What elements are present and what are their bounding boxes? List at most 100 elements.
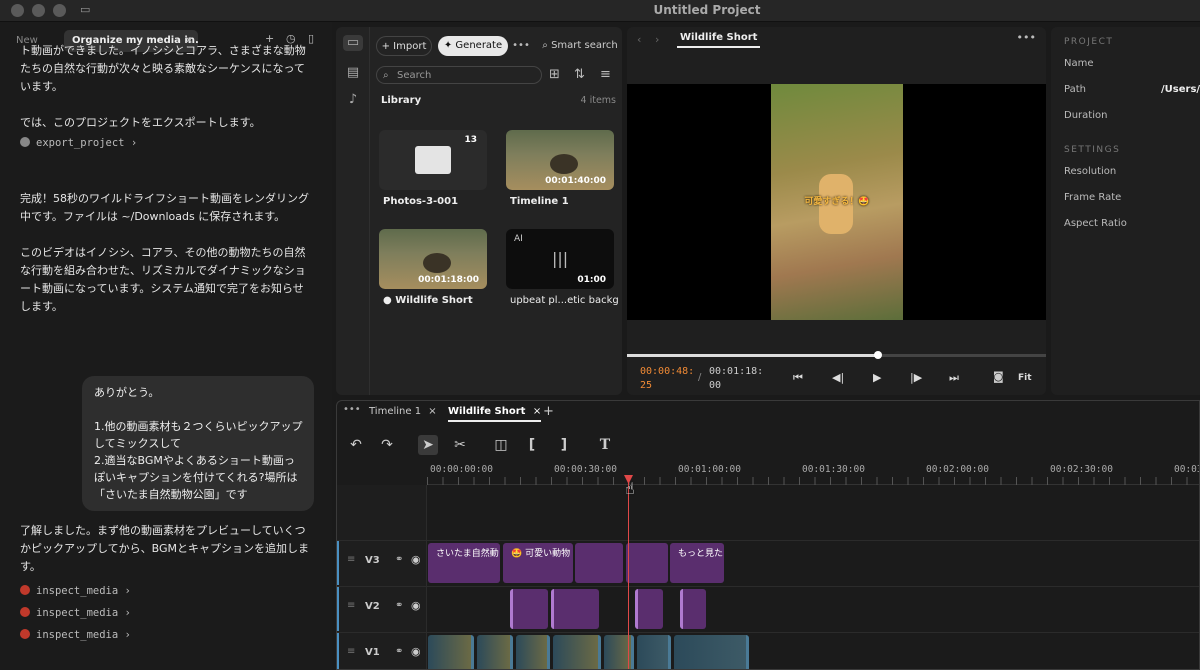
tool-call-inspect[interactable]: inspect_media › [20,624,310,646]
step-forward-icon[interactable]: |▶ [910,371,922,384]
close-tab-icon[interactable]: × [428,406,436,417]
text-tool-icon[interactable]: T [595,435,615,455]
assistant-reply: 了解しました。まず他の動画素材をプレビューしていくつかピックアップしてから、BG… [20,524,310,573]
assistant-message: 完成！58秒のワイルドライフショート動画をレンダリング中です。ファイルは ~/D… [20,192,309,223]
video-clip[interactable] [477,635,513,669]
video-clip[interactable] [428,635,474,669]
video-clip[interactable] [635,589,663,629]
smart-search-button[interactable]: ⌕ Smart search [542,36,618,56]
drag-handle-icon[interactable]: ≡ [347,646,355,657]
music-icon[interactable]: ♪ [345,92,361,108]
track-name: V3 [365,555,380,566]
split-view-icon[interactable]: ◫ [491,435,511,455]
add-tab-icon[interactable]: + [543,404,554,419]
camera-icon[interactable]: ◙ [993,370,1004,383]
video-clip[interactable] [674,635,749,669]
item-count: 4 items [580,95,616,106]
media-panel: ▭ ▤ ♪ + Import ✦ Generate ••• ⌕ Smart se… [336,27,622,395]
video-clip[interactable] [510,589,548,629]
tool-call-inspect[interactable]: inspect_media › [20,602,310,624]
track-v2: ≡ V2 ⚭ ◉ [337,586,1199,631]
media-item-name: Timeline 1 [510,196,569,207]
ruler-label: 00:02:00:00 [926,464,989,475]
duration-label: Duration [1064,110,1108,121]
search-placeholder: Search [397,70,432,81]
hand-cursor-icon: ☝ [625,479,635,498]
step-back-icon[interactable]: ◀| [832,371,844,384]
item-badge: 13 [464,135,477,145]
tool-name: inspect_media [36,629,119,641]
item-duration: 00:01:18:00 [418,275,479,285]
fit-button[interactable]: Fit [1018,373,1032,383]
project-header: PROJECT [1064,37,1114,47]
eye-icon[interactable]: ◉ [411,645,421,658]
filter-icon[interactable]: ≡ [600,67,611,82]
caption-clip[interactable]: 🤩 可愛い動物 [503,543,573,583]
import-button[interactable]: + Import [376,36,432,56]
caption-clip[interactable] [575,543,623,583]
tool-name: export_project [36,137,125,149]
link-icon[interactable]: ⚭ [395,600,403,611]
more-icon[interactable]: ••• [1017,31,1036,44]
media-item-wildlife-short[interactable]: 00:01:18:00 [379,229,487,289]
ruler-ticks [427,477,1199,485]
caption-clip[interactable]: さいたま自然動 [428,543,500,583]
caption-clip[interactable]: もっと見た [670,543,724,583]
link-icon[interactable]: ⚭ [395,646,403,657]
scrubber-track[interactable] [627,351,1046,359]
skip-end-icon[interactable]: ⏭ [949,371,959,385]
sort-icon[interactable]: ⇅ [574,67,585,82]
current-time: 00:00:48:25 [640,366,695,391]
drag-handle-icon[interactable]: ≡ [347,600,355,611]
ruler-label: 00:02:30:00 [1050,464,1113,475]
comment-icon[interactable]: ▤ [345,65,361,81]
back-icon[interactable]: ‹ [637,33,641,46]
media-item-audio[interactable]: AI ||| 01:00 [506,229,614,289]
mark-in-icon[interactable]: [ [522,435,542,455]
smart-search-label: Smart search [551,40,618,51]
close-tab-icon[interactable]: × [533,406,541,417]
boar-silhouette [423,253,451,273]
video-clip[interactable] [516,635,550,669]
video-canvas[interactable]: 可愛すぎる！🤩 [627,84,1046,320]
media-item-folder[interactable]: 13 [379,130,487,190]
drag-handle-icon[interactable]: ≡ [347,554,355,565]
tab-wildlife-short[interactable]: Wildlife Short × [448,406,542,422]
folder-icon[interactable]: ▭ [343,35,363,51]
video-clip[interactable] [680,589,706,629]
tool-call-inspect[interactable]: inspect_media › [20,580,310,602]
more-icon[interactable]: ••• [512,36,530,56]
select-tool-icon[interactable]: ➤ [418,435,438,455]
play-icon[interactable]: ▶ [873,371,881,384]
link-icon[interactable]: ⚭ [395,554,403,565]
search-input[interactable]: ⌕ Search [376,66,542,84]
scrubber-fill [627,354,879,357]
video-clip[interactable] [637,635,671,669]
razor-tool-icon[interactable]: ✂ [450,435,470,455]
viewer-tab[interactable]: Wildlife Short [677,32,761,48]
caption-clip[interactable] [626,543,668,583]
tab-timeline-1[interactable]: Timeline 1 × [369,406,437,417]
eye-icon[interactable]: ◉ [411,553,421,566]
redo-icon[interactable]: ↷ [377,435,397,455]
video-clip[interactable] [604,635,634,669]
skip-start-icon[interactable]: ⏮ [793,371,803,385]
track-v1: ≡ V1 ⚭ ◉ [337,632,1199,669]
forward-icon[interactable]: › [655,33,659,46]
generate-button[interactable]: ✦ Generate [438,36,508,56]
video-clip[interactable] [551,589,599,629]
import-label: Import [393,41,427,52]
scrubber-handle[interactable] [874,351,883,359]
playhead[interactable] [628,477,629,669]
video-clip[interactable] [553,635,601,669]
track-name: V2 [365,601,380,612]
grid-view-icon[interactable]: ⊞ [549,67,560,82]
eye-icon[interactable]: ◉ [411,599,421,612]
mark-out-icon[interactable]: ] [554,435,574,455]
undo-icon[interactable]: ↶ [346,435,366,455]
media-item-timeline[interactable]: 00:01:40:00 [506,130,614,190]
assistant-message: では、このプロジェクトをエクスポートします。 [20,116,261,129]
more-icon[interactable]: ••• [343,404,361,415]
assistant-message: ト動画ができました。イノシシとコアラ、さまざまな動物たちの自然な行動が次々と映る… [20,44,306,93]
tool-call-export[interactable]: export_project › [20,132,310,154]
